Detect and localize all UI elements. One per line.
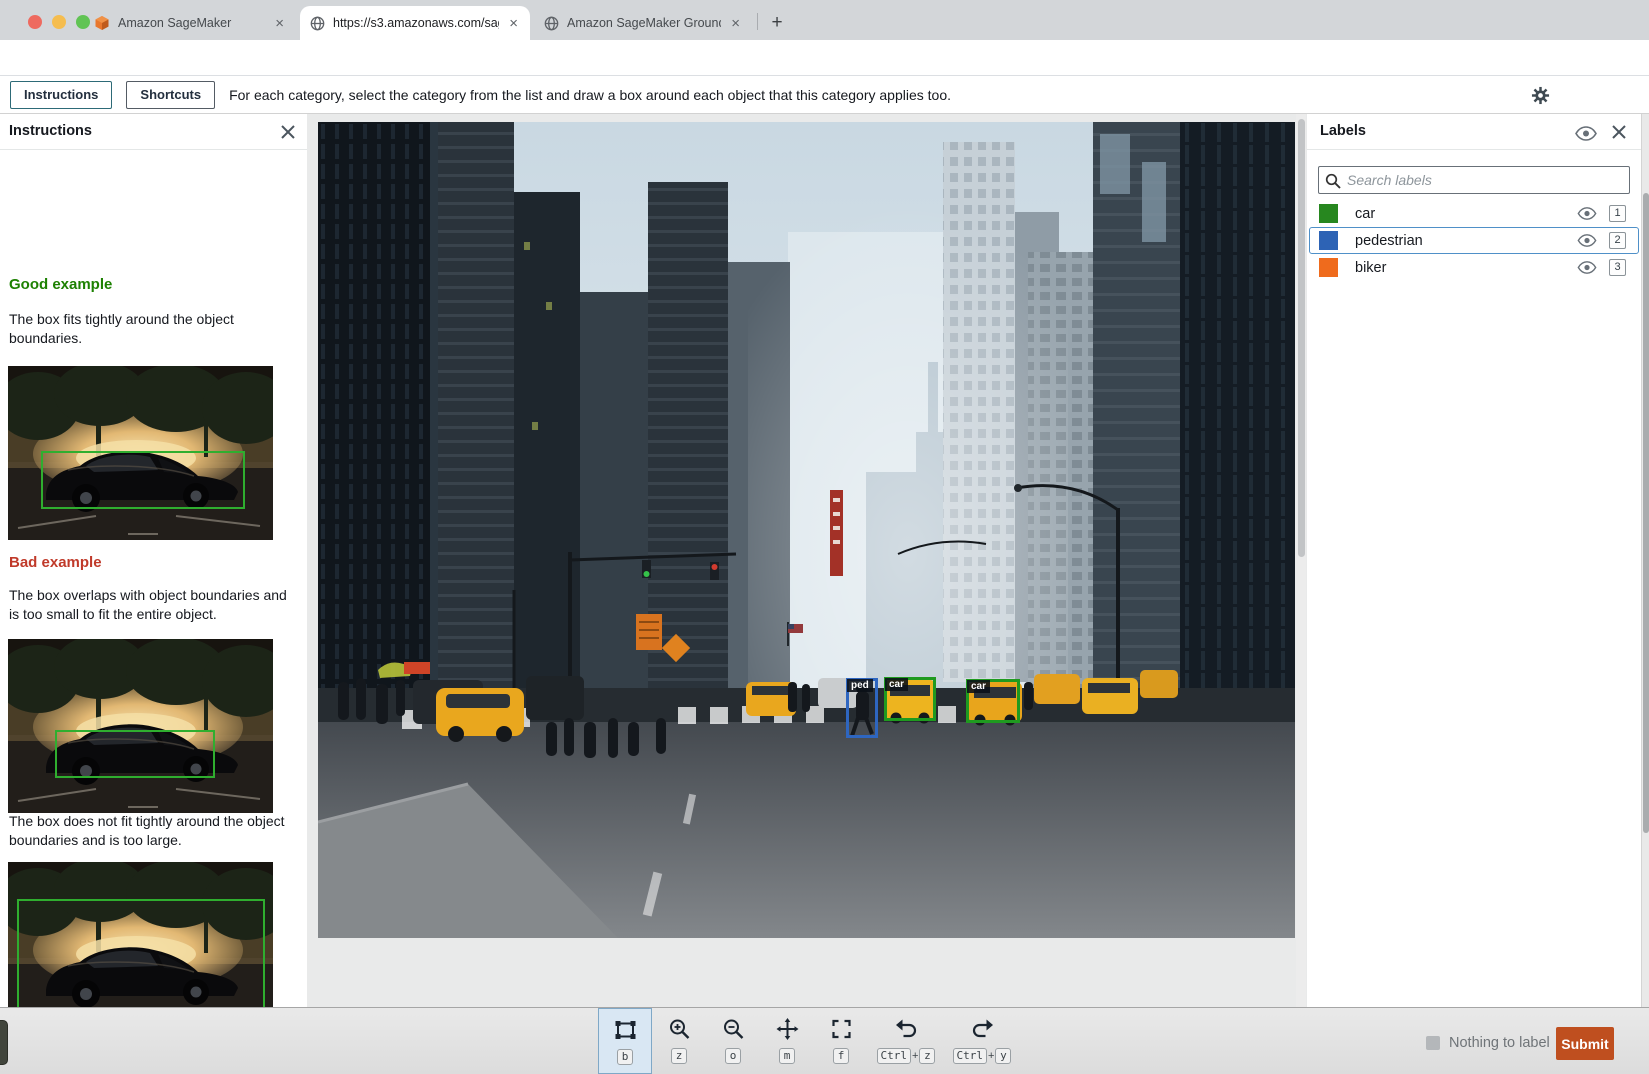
label-row-biker[interactable]: biker 3 xyxy=(1309,254,1639,281)
label-hotkey: 1 xyxy=(1609,205,1626,222)
instructions-button[interactable]: Instructions xyxy=(10,80,113,109)
city-street-photo xyxy=(318,122,1295,938)
annotation-label: ped xyxy=(847,679,873,692)
toggle-all-visibility-eye-icon[interactable] xyxy=(1575,126,1597,141)
settings-gear-icon[interactable] xyxy=(1531,86,1550,105)
label-row-pedestrian[interactable]: pedestrian 2 xyxy=(1309,227,1639,254)
tab-title: https://s3.amazonaws.com/sag xyxy=(333,16,500,30)
shortcut-joiner: + xyxy=(988,1050,995,1062)
tool-redo[interactable]: Ctrl + y xyxy=(944,1008,1020,1074)
globe-icon xyxy=(310,16,325,30)
instructions-panel: Instructions Good example The box fits t… xyxy=(0,114,307,1074)
new-tab-button[interactable]: + xyxy=(764,10,790,36)
label-name: pedestrian xyxy=(1355,232,1423,249)
label-name: biker xyxy=(1355,259,1387,276)
shortcut-chip: Ctrl xyxy=(876,1048,912,1064)
good-example-heading: Good example xyxy=(9,276,113,293)
shortcut-chip: z xyxy=(919,1048,936,1064)
instructions-panel-title: Instructions xyxy=(9,123,92,139)
tab-title: Amazon SageMaker xyxy=(118,16,232,30)
tool-undo[interactable]: Ctrl + z xyxy=(868,1008,944,1074)
undo-icon xyxy=(895,1019,916,1038)
label-row-car[interactable]: car 1 xyxy=(1309,200,1639,227)
shortcut-joiner: + xyxy=(912,1050,919,1062)
close-icon[interactable] xyxy=(1609,122,1629,142)
bad-example-small-image xyxy=(8,639,273,813)
search-labels-input[interactable] xyxy=(1347,168,1625,192)
good-example-text: The box fits tightly around the object b… xyxy=(9,311,234,346)
tab-close-icon[interactable]: × xyxy=(273,16,286,31)
shortcut-chip: z xyxy=(671,1048,687,1064)
label-hotkey: 2 xyxy=(1609,232,1626,249)
labels-panel-title: Labels xyxy=(1320,123,1366,139)
close-window-button[interactable] xyxy=(28,15,42,29)
bottom-toolbar: b z o m f Ctrl + z Ctrl + y Nothing to l… xyxy=(0,1007,1649,1074)
tool-move[interactable]: m xyxy=(760,1008,814,1074)
labels-panel: Labels car 1 xyxy=(1307,114,1641,1007)
shortcut-chip: Ctrl xyxy=(952,1048,988,1064)
tab-close-icon[interactable]: × xyxy=(507,16,520,31)
application-window: Amazon SageMaker × https://s3.amazonaws.… xyxy=(0,0,1649,1074)
page-scrollbar[interactable] xyxy=(1641,114,1649,1007)
sagemaker-icon xyxy=(95,16,109,30)
tab-title: Amazon SageMaker Ground Tr xyxy=(567,16,721,30)
label-color-swatch xyxy=(1319,231,1338,250)
label-hotkey: 3 xyxy=(1609,259,1626,276)
bounding-box-icon xyxy=(615,1021,635,1039)
annotation-label: car xyxy=(967,680,991,693)
tab-sagemaker-ground-truth[interactable]: Amazon SageMaker Ground Tr × xyxy=(534,6,752,40)
search-icon xyxy=(1325,173,1341,189)
annotation-box-car-1[interactable]: car xyxy=(884,677,936,721)
panel-handle[interactable] xyxy=(0,1020,8,1065)
annotation-label: car xyxy=(885,678,909,691)
label-visibility-eye-icon[interactable] xyxy=(1577,207,1597,220)
tab-labeling-preview[interactable]: https://s3.amazonaws.com/sag × xyxy=(300,6,530,40)
zoom-out-icon xyxy=(723,1019,743,1039)
tool-fit-image[interactable]: f xyxy=(814,1008,868,1074)
annotation-box-pedestrian[interactable]: ped xyxy=(846,678,878,738)
label-visibility-eye-icon[interactable] xyxy=(1577,234,1597,247)
browser-address-bar: s3.amazonaws.com/sagemaker-ground-truth-… xyxy=(0,40,1649,112)
move-icon xyxy=(776,1018,798,1040)
labeling-canvas[interactable]: ped car car xyxy=(318,122,1295,938)
nothing-to-label-text: Nothing to label xyxy=(1449,1035,1550,1051)
globe-icon xyxy=(544,16,559,30)
label-color-swatch xyxy=(1319,258,1338,277)
tool-zoom-out[interactable]: o xyxy=(706,1008,760,1074)
label-name: car xyxy=(1355,205,1376,222)
label-color-swatch xyxy=(1319,204,1338,223)
tab-separator xyxy=(757,13,758,30)
task-prompt-text: For each category, select the category f… xyxy=(229,86,952,103)
shortcut-chip: o xyxy=(725,1048,741,1064)
minimize-window-button[interactable] xyxy=(52,15,66,29)
shortcut-chip: b xyxy=(617,1049,633,1065)
shortcuts-button[interactable]: Shortcuts xyxy=(126,80,216,109)
tool-zoom-in[interactable]: z xyxy=(652,1008,706,1074)
submit-button[interactable]: Submit xyxy=(1556,1027,1614,1060)
redo-icon xyxy=(972,1019,993,1038)
annotation-box-car-2[interactable]: car xyxy=(966,679,1020,723)
search-labels-box[interactable] xyxy=(1318,166,1630,194)
shortcut-chip: m xyxy=(779,1048,795,1064)
label-visibility-eye-icon[interactable] xyxy=(1577,261,1597,274)
shortcut-chip: f xyxy=(833,1048,849,1064)
tab-amazon-sagemaker[interactable]: Amazon SageMaker × xyxy=(84,6,296,40)
zoom-in-icon xyxy=(669,1019,689,1039)
tab-close-icon[interactable]: × xyxy=(729,16,742,31)
bad-example-large-text: The box does not fit tightly around the … xyxy=(9,813,285,848)
nothing-to-label-control[interactable]: Nothing to label xyxy=(1426,1035,1550,1051)
browser-tab-bar: Amazon SageMaker × https://s3.amazonaws.… xyxy=(0,0,1649,40)
bad-example-heading: Bad example xyxy=(9,554,102,571)
canvas-scrollbar[interactable] xyxy=(1296,114,1306,1007)
close-icon[interactable] xyxy=(278,122,298,142)
window-controls xyxy=(28,15,90,29)
bad-example-small-text: The box overlaps with object boundaries … xyxy=(9,587,287,622)
good-example-image xyxy=(8,366,273,540)
nothing-to-label-checkbox[interactable] xyxy=(1426,1036,1440,1050)
tool-bounding-box[interactable]: b xyxy=(598,1008,652,1074)
task-toolbar: Instructions Shortcuts For each category… xyxy=(0,76,1649,114)
shortcut-chip: y xyxy=(995,1048,1012,1064)
fit-image-icon xyxy=(831,1019,851,1039)
